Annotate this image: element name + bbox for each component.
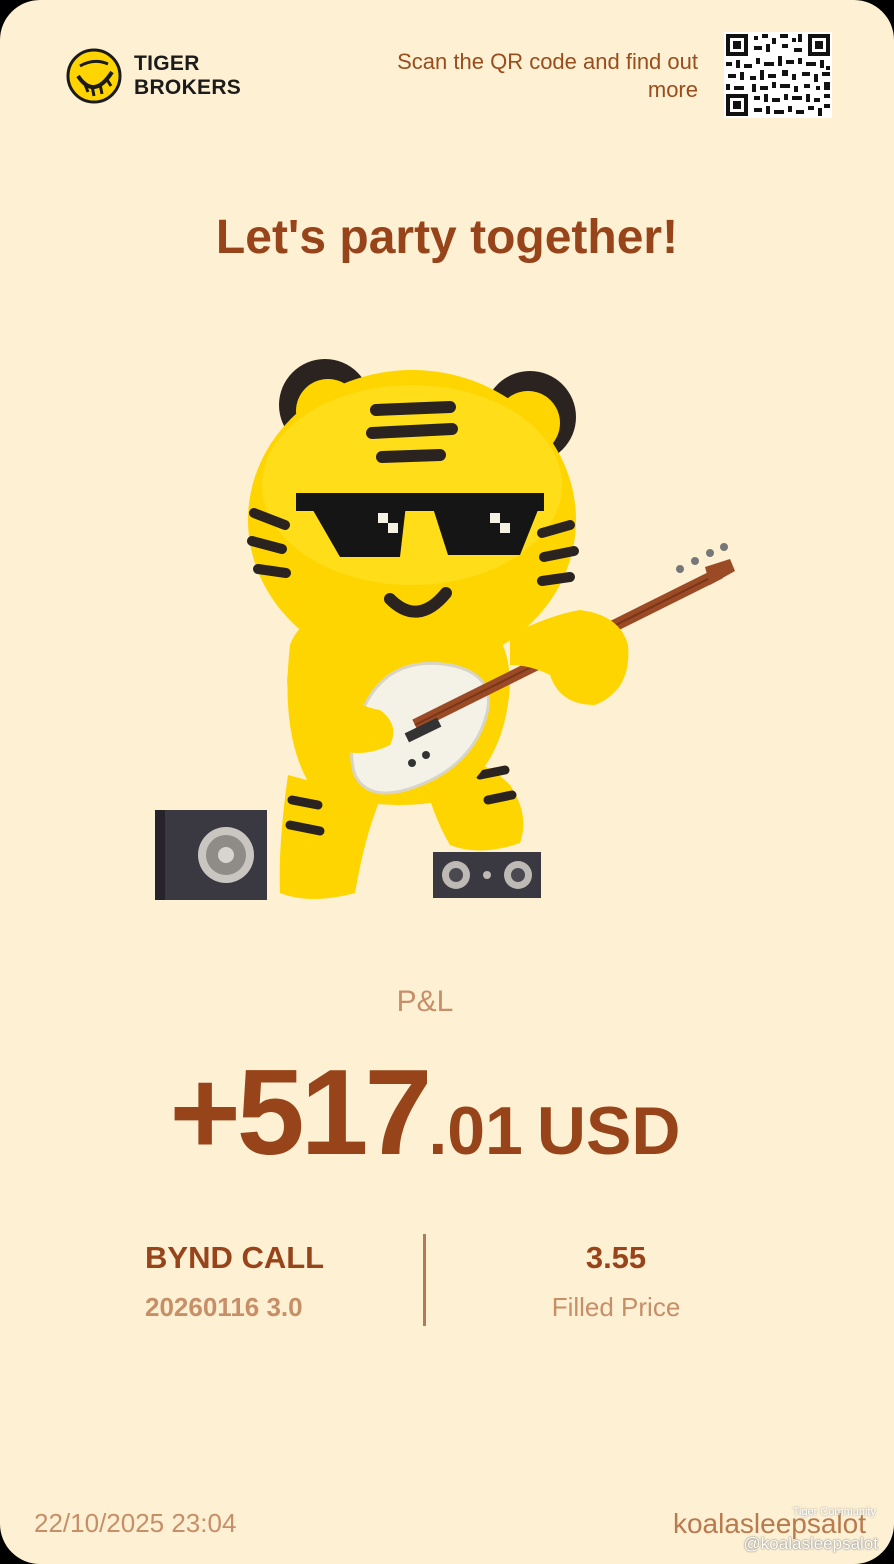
tiger-logo-icon xyxy=(66,48,122,104)
timestamp: 22/10/2025 23:04 xyxy=(34,1508,237,1538)
right-speaker-icon xyxy=(433,852,541,898)
brand-name: TIGER BROKERS xyxy=(134,52,241,100)
tiger-mascot-guitar-illustration xyxy=(155,359,735,900)
pnl-value: +517.01 USD xyxy=(0,1042,850,1182)
divider xyxy=(423,1234,426,1326)
contract-name: BYND CALL xyxy=(145,1240,325,1275)
qr-code-icon[interactable] xyxy=(724,32,832,118)
contract-detail: 20260116 3.0 xyxy=(145,1292,303,1322)
pnl-share-card: TIGER BROKERS Scan the QR code and find … xyxy=(0,0,894,1564)
pnl-label: P&L xyxy=(396,985,454,1018)
left-speaker-icon xyxy=(155,810,267,900)
scan-qr-text: Scan the QR code and find out more xyxy=(397,49,698,102)
filled-price-info: 3.55 Filled Price xyxy=(496,1240,736,1323)
contract-info: BYND CALL 20260116 3.0 xyxy=(145,1240,324,1323)
filled-price-value: 3.55 xyxy=(585,1240,647,1275)
pnl-decimal: .01 xyxy=(428,1093,523,1169)
watermark-handle: @koalasleepsalot xyxy=(743,1534,878,1553)
tiger-brokers-logo: TIGER BROKERS xyxy=(66,48,241,104)
brand-line-2: BROKERS xyxy=(134,76,242,99)
watermark-community: Tiger Community xyxy=(792,1506,876,1518)
pnl-integer: +517 xyxy=(169,1044,433,1180)
brand-line-1: TIGER xyxy=(134,52,200,75)
pnl-currency: USD xyxy=(536,1093,681,1169)
filled-price-label: Filled Price xyxy=(551,1292,681,1322)
headline: Let's party together! xyxy=(215,211,679,264)
